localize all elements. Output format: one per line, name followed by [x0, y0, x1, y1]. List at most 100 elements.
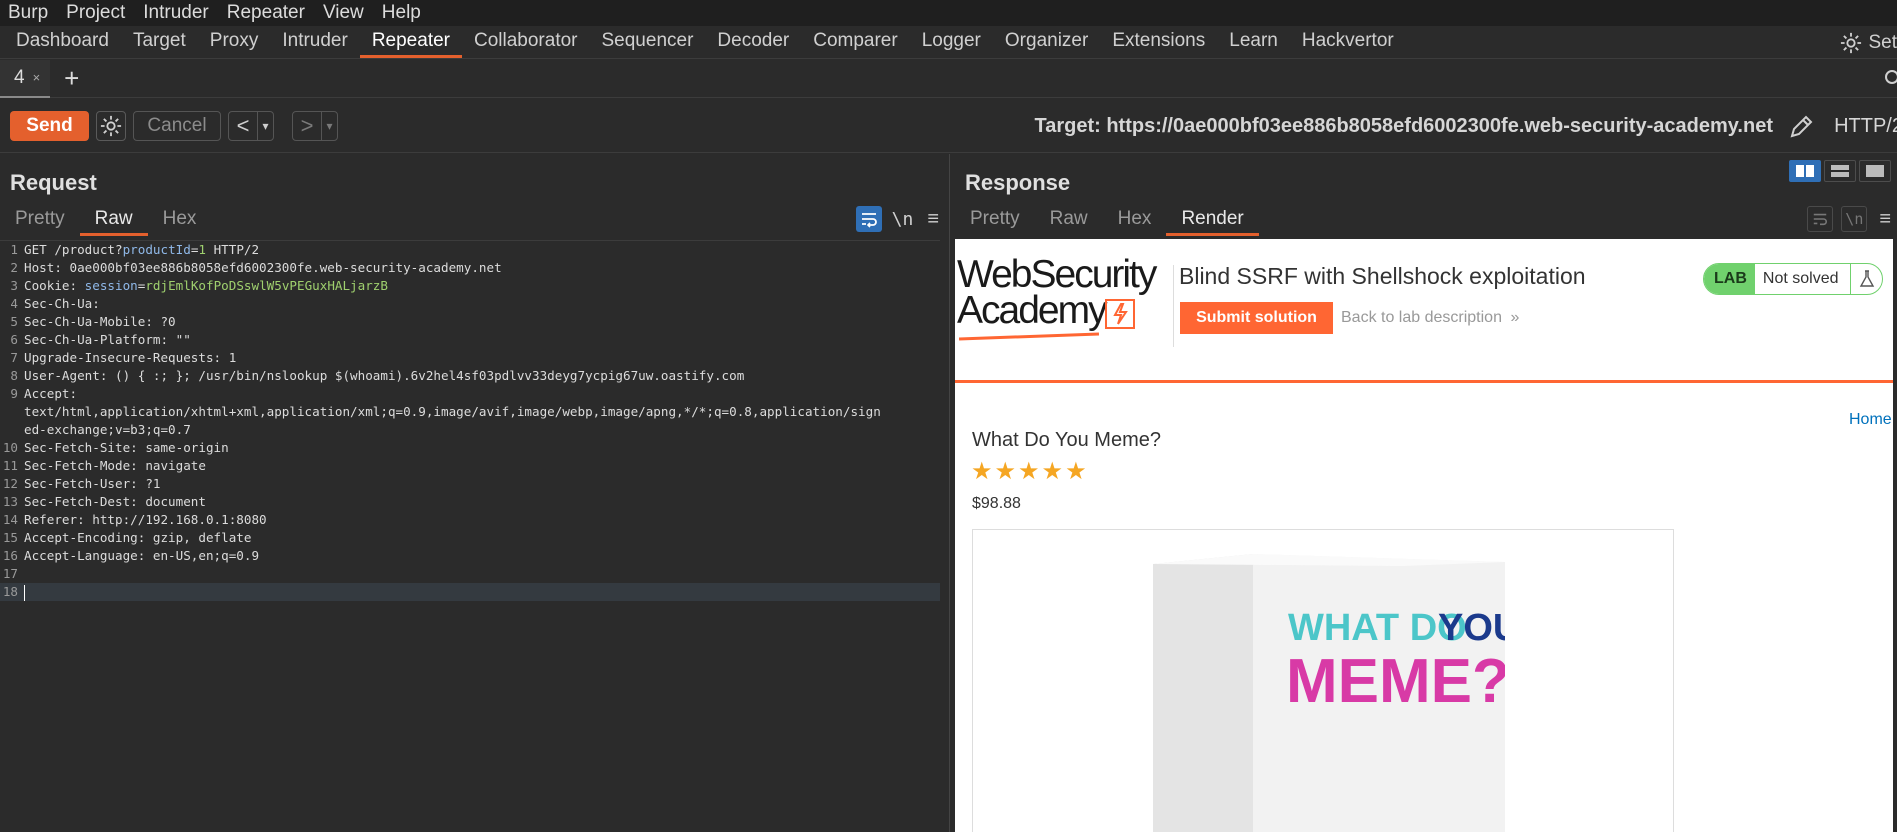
tab-comparer[interactable]: Comparer: [801, 26, 909, 58]
show-newlines-toggle[interactable]: \n: [892, 209, 914, 230]
line-code: Sec-Fetch-User: ?1: [24, 475, 160, 493]
response-title: Response: [965, 170, 1071, 195]
history-dropdown-icon[interactable]: ▾: [257, 112, 273, 140]
response-tab-render[interactable]: Render: [1166, 206, 1260, 236]
word-wrap-toggle[interactable]: [1807, 206, 1834, 232]
layout-side-by-side-button[interactable]: [1789, 160, 1821, 182]
editor-line: text/html,application/xhtml+xml,applicat…: [0, 403, 940, 421]
word-wrap-toggle[interactable]: [855, 206, 882, 232]
param-value: rdjEmlKofPoDSswlW5vPEGuxHALjarzB: [145, 278, 388, 293]
line-code: Sec-Ch-Ua-Mobile: ?0: [24, 313, 176, 331]
menu-icon[interactable]: ≡: [927, 208, 939, 231]
product-name: What Do You Meme?: [972, 429, 1161, 451]
pencil-icon[interactable]: [1787, 113, 1815, 141]
tab-logger[interactable]: Logger: [910, 26, 993, 58]
http-version[interactable]: HTTP/2: [1834, 99, 1897, 153]
wrap-icon: [1814, 213, 1828, 226]
next-request-button[interactable]: > ▾: [292, 111, 338, 141]
repeater-tab-bar: 4 × +: [0, 59, 1897, 98]
line-code: User-Agent: () { :; }; /usr/bin/nslookup…: [24, 367, 744, 385]
send-options-button[interactable]: [96, 111, 126, 141]
tab-organizer[interactable]: Organizer: [993, 26, 1100, 58]
back-to-lab-label: Back to lab description: [1341, 309, 1502, 326]
send-button[interactable]: Send: [10, 111, 89, 141]
line-number: 12: [2, 476, 18, 491]
line-number: 5: [10, 314, 18, 329]
close-tab-icon[interactable]: ×: [33, 70, 41, 85]
line-number: 15: [2, 530, 18, 545]
response-tab-hex[interactable]: Hex: [1103, 206, 1167, 236]
line-number: 13: [2, 494, 18, 509]
menu-project[interactable]: Project: [66, 0, 125, 26]
submit-solution-button[interactable]: Submit solution: [1180, 302, 1333, 334]
cancel-button[interactable]: Cancel: [133, 111, 221, 141]
tab-hackvertor[interactable]: Hackvertor: [1290, 26, 1406, 58]
request-tab-pretty[interactable]: Pretty: [0, 206, 80, 236]
tab-target[interactable]: Target: [121, 26, 198, 58]
response-tab-pretty[interactable]: Pretty: [955, 206, 1035, 236]
tab-dashboard[interactable]: Dashboard: [4, 26, 121, 58]
tab-intruder[interactable]: Intruder: [270, 26, 359, 58]
settings-button[interactable]: Set: [1840, 27, 1897, 59]
request-tab-raw[interactable]: Raw: [79, 206, 148, 236]
menu-intruder[interactable]: Intruder: [143, 0, 208, 26]
editor-line: 11 Sec-Fetch-Mode: navigate: [0, 457, 940, 475]
code-text: GET /product?: [24, 242, 123, 257]
editor-line: 2 Host: 0ae000bf03ee886b8058efd6002300fe.…: [0, 259, 940, 277]
editor-line: 12 Sec-Fetch-User: ?1: [0, 475, 940, 493]
previous-request-button[interactable]: < ▾: [228, 111, 274, 141]
editor-line: 15 Accept-Encoding: gzip, deflate: [0, 529, 940, 547]
line-code: Cookie: session=rdjEmlKofPoDSswlW5vPEGux…: [24, 277, 388, 295]
request-title: Request: [10, 170, 97, 195]
tab-sequencer[interactable]: Sequencer: [590, 26, 706, 58]
request-tab-hex[interactable]: Hex: [148, 206, 212, 236]
param-name: productId: [122, 242, 191, 257]
tab-repeater[interactable]: Repeater: [359, 26, 463, 58]
tab-proxy[interactable]: Proxy: [198, 26, 271, 58]
tab-decoder[interactable]: Decoder: [705, 26, 801, 58]
line-code: [24, 583, 25, 601]
menu-repeater[interactable]: Repeater: [227, 0, 305, 26]
show-newlines-toggle[interactable]: \n: [1841, 206, 1868, 232]
request-view-tabs: Pretty Raw Hex: [0, 206, 211, 236]
request-pane: Request Pretty Raw Hex \n ≡ 1 GET /product?…: [0, 154, 950, 832]
menu-icon[interactable]: ≡: [1879, 208, 1891, 231]
editor-line: 17: [0, 565, 940, 583]
layout-stacked-button[interactable]: [1824, 160, 1856, 182]
back-to-lab-link[interactable]: Back to lab description »: [1341, 302, 1519, 334]
line-code: Referer: http://192.168.0.1:8080: [24, 511, 267, 529]
columns-icon: [1796, 165, 1814, 177]
star-icon: ★: [1018, 458, 1040, 485]
code-text: Accept:: [24, 386, 78, 401]
home-link[interactable]: Home: [1849, 411, 1892, 429]
history-dropdown-icon[interactable]: ▾: [321, 112, 337, 140]
menu-help[interactable]: Help: [382, 0, 421, 26]
code-text: HTTP/2: [206, 242, 260, 257]
tab-learn[interactable]: Learn: [1217, 26, 1290, 58]
search-icon[interactable]: [1883, 68, 1897, 88]
add-tab-button[interactable]: +: [64, 63, 79, 94]
tab-extensions[interactable]: Extensions: [1100, 26, 1217, 58]
param-value: 1: [198, 242, 207, 257]
menu-view[interactable]: View: [323, 0, 364, 26]
repeater-tab-label: 4: [14, 66, 25, 88]
star-icon: ★: [1041, 458, 1064, 485]
lab-badge-label: LAB: [1704, 264, 1755, 294]
rows-icon: [1831, 165, 1849, 177]
request-editor[interactable]: 1 GET /product?productId=1 HTTP/2 2 Host: 0…: [0, 240, 940, 830]
editor-line: 16 Accept-Language: en-US,en;q=0.9: [0, 547, 940, 565]
response-tab-raw[interactable]: Raw: [1035, 206, 1103, 236]
rendered-page: WebSecurity Academy Blind SSRF with Shel…: [955, 239, 1893, 832]
wrap-icon: [861, 213, 877, 228]
code-text: Sec-Fetch-Dest: document: [24, 494, 206, 509]
menu-burp[interactable]: Burp: [8, 0, 48, 26]
lab-title: Blind SSRF with Shellshock exploitation: [1179, 263, 1586, 289]
lightning-icon: [1105, 299, 1135, 329]
code-text: Referer: http://192.168.0.1:8080: [24, 512, 267, 527]
tab-collaborator[interactable]: Collaborator: [462, 26, 590, 58]
layout-tabs-button[interactable]: [1859, 160, 1891, 182]
star-icon: ★: [994, 458, 1017, 485]
line-code: text/html,application/xhtml+xml,applicat…: [24, 403, 881, 421]
line-number: 9: [10, 386, 18, 401]
repeater-tab-4[interactable]: 4 ×: [0, 59, 51, 98]
